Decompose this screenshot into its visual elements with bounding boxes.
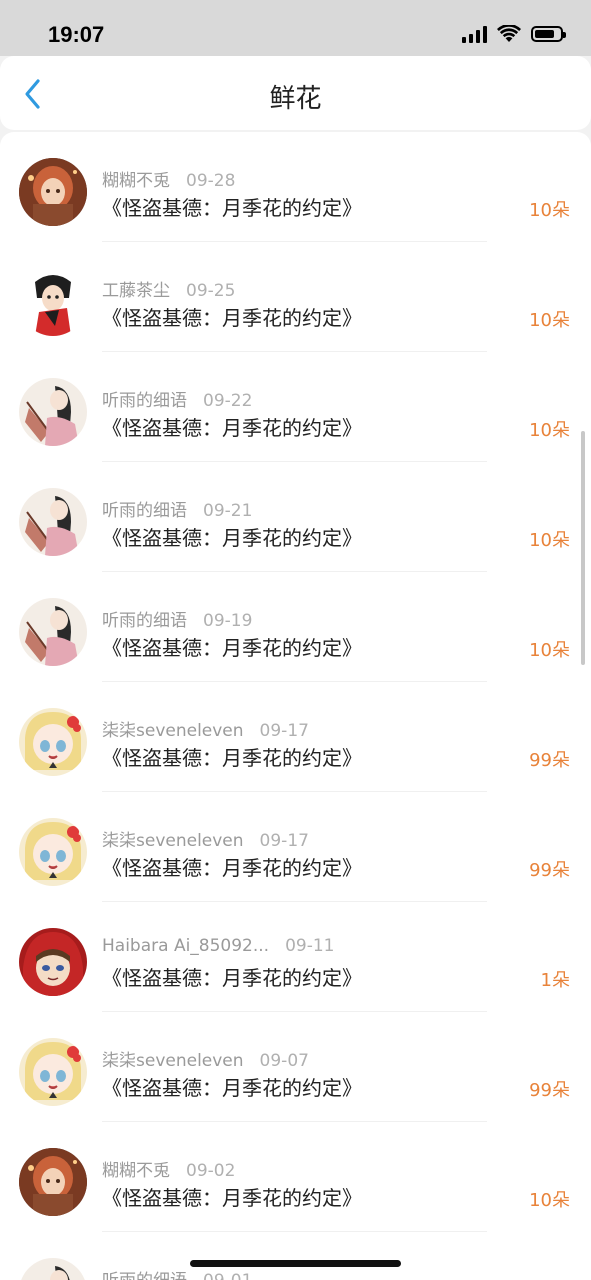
date: 09-02	[186, 1161, 236, 1181]
avatar[interactable]	[19, 598, 87, 666]
list-item[interactable]: 听雨的细语 09-21 《怪盗基德：月季花的约定》 10朵	[0, 462, 591, 572]
list-item[interactable]: 柒柒seveneleven 09-17 《怪盗基德：月季花的约定》 99朵	[0, 792, 591, 902]
username[interactable]: 听雨的细语	[102, 1271, 187, 1280]
item-meta: 柒柒seveneleven 09-17	[102, 716, 309, 741]
date: 09-19	[203, 611, 253, 631]
book-title[interactable]: 《怪盗基德：月季花的约定》	[102, 962, 362, 991]
item-meta: 糊糊不兎 09-28	[102, 166, 235, 191]
list-item[interactable]: 糊糊不兎 09-02 《怪盗基德：月季花的约定》 10朵	[0, 1122, 591, 1232]
flower-count: 99朵	[529, 1080, 570, 1101]
date: 09-22	[203, 391, 253, 411]
item-meta: 工藤茶尘 09-25	[102, 276, 235, 301]
flower-count: 99朵	[529, 750, 570, 771]
signal-icon	[462, 25, 487, 43]
username[interactable]: 柒柒seveneleven	[102, 1051, 244, 1071]
home-indicator	[190, 1260, 401, 1267]
scrollbar[interactable]	[581, 431, 585, 665]
avatar[interactable]	[19, 488, 87, 556]
date: 09-11	[285, 936, 335, 956]
flower-count: 99朵	[529, 860, 570, 881]
item-meta: 听雨的细语 09-22	[102, 386, 252, 411]
list-item[interactable]: 柒柒seveneleven 09-07 《怪盗基德：月季花的约定》 99朵	[0, 1012, 591, 1122]
book-title[interactable]: 《怪盗基德：月季花的约定》	[102, 192, 362, 221]
flower-count: 10朵	[529, 1190, 570, 1211]
username[interactable]: 听雨的细语	[102, 501, 187, 521]
avatar[interactable]	[19, 268, 87, 336]
list-item[interactable]: 柒柒seveneleven 09-17 《怪盗基德：月季花的约定》 99朵	[0, 682, 591, 792]
avatar[interactable]	[19, 1148, 87, 1216]
flower-count: 10朵	[529, 420, 570, 441]
list-item[interactable]: 听雨的细语 09-01	[0, 1232, 591, 1280]
date: 09-07	[259, 1051, 309, 1071]
wifi-icon	[497, 25, 521, 42]
flower-count: 10朵	[529, 530, 570, 551]
list-item[interactable]: 听雨的细语 09-22 《怪盗基德：月季花的约定》 10朵	[0, 352, 591, 462]
book-title[interactable]: 《怪盗基德：月季花的约定》	[102, 852, 362, 881]
status-time: 19:07	[48, 22, 105, 47]
username[interactable]: 糊糊不兎	[102, 171, 170, 191]
username[interactable]: Haibara Ai_85092...	[102, 936, 269, 956]
list-item[interactable]: 听雨的细语 09-19 《怪盗基德：月季花的约定》 10朵	[0, 572, 591, 682]
date: 09-01	[203, 1271, 252, 1280]
item-meta: 糊糊不兎 09-02	[102, 1156, 235, 1181]
username[interactable]: 柒柒seveneleven	[102, 831, 244, 851]
avatar[interactable]	[19, 708, 87, 776]
book-title[interactable]: 《怪盗基德：月季花的约定》	[102, 1072, 362, 1101]
list-item[interactable]: 工藤茶尘 09-25 《怪盗基德：月季花的约定》 10朵	[0, 242, 591, 352]
username[interactable]: 听雨的细语	[102, 391, 187, 411]
date: 09-17	[259, 831, 309, 851]
avatar[interactable]	[19, 818, 87, 886]
book-title[interactable]: 《怪盗基德：月季花的约定》	[102, 632, 362, 661]
flower-count: 10朵	[529, 640, 570, 661]
item-meta: 柒柒seveneleven 09-17	[102, 826, 309, 851]
book-title[interactable]: 《怪盗基德：月季花的约定》	[102, 302, 362, 331]
avatar[interactable]	[19, 158, 87, 226]
date: 09-28	[186, 171, 236, 191]
avatar[interactable]	[19, 1038, 87, 1106]
avatar[interactable]	[19, 378, 87, 446]
username[interactable]: 听雨的细语	[102, 611, 187, 631]
username[interactable]: 工藤茶尘	[102, 281, 170, 301]
battery-icon	[531, 26, 566, 42]
page-title: 鲜花	[269, 84, 322, 114]
book-title[interactable]: 《怪盗基德：月季花的约定》	[102, 1182, 362, 1211]
flower-count: 10朵	[529, 310, 570, 331]
item-meta: 柒柒seveneleven 09-07	[102, 1046, 309, 1071]
item-meta: 听雨的细语 09-01	[102, 1266, 252, 1280]
book-title[interactable]: 《怪盗基德：月季花的约定》	[102, 522, 362, 551]
book-title[interactable]: 《怪盗基德：月季花的约定》	[102, 742, 362, 771]
date: 09-17	[259, 721, 309, 741]
avatar[interactable]	[19, 1258, 87, 1280]
book-title[interactable]: 《怪盗基德：月季花的约定》	[102, 412, 362, 441]
date: 09-25	[186, 281, 236, 301]
item-meta: 听雨的细语 09-21	[102, 496, 252, 521]
avatar[interactable]	[19, 928, 87, 996]
flower-count: 1朵	[540, 970, 570, 991]
username[interactable]: 糊糊不兎	[102, 1161, 170, 1181]
list-item[interactable]: 糊糊不兎 09-28 《怪盗基德：月季花的约定》 10朵	[0, 132, 591, 242]
status-icons	[462, 25, 566, 43]
item-meta: Haibara Ai_85092... 09-11	[102, 936, 335, 956]
flower-list: 糊糊不兎 09-28 《怪盗基德：月季花的约定》 10朵 工藤茶尘 09-25 《怪盗基德：…	[0, 132, 591, 1280]
date: 09-21	[203, 501, 253, 521]
flower-count: 10朵	[529, 200, 570, 221]
username[interactable]: 柒柒seveneleven	[102, 721, 244, 741]
nav-bar: 鲜花	[0, 56, 591, 130]
list-item[interactable]: Haibara Ai_85092... 09-11 《怪盗基德：月季花的约定》 1朵	[0, 902, 591, 1012]
status-bar: 19:07	[0, 0, 591, 56]
item-meta: 听雨的细语 09-19	[102, 606, 252, 631]
